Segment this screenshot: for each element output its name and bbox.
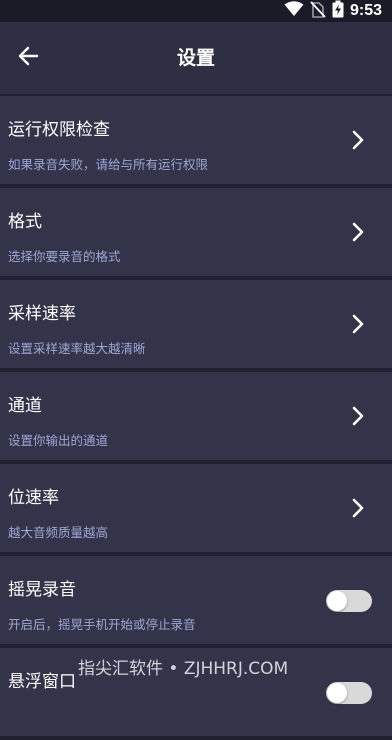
wifi-icon [284, 1, 304, 21]
floating-window-toggle[interactable] [326, 682, 372, 704]
setting-title: 悬浮窗口 [8, 672, 76, 692]
chevron-right-icon [346, 128, 370, 152]
setting-subtitle: 越大音频质量越高 [8, 525, 109, 540]
chevron-right-icon [346, 404, 370, 428]
setting-format[interactable]: 格式 选择你要录音的格式 [0, 188, 392, 276]
shake-record-toggle[interactable] [326, 590, 372, 612]
app-bar: 设置 [0, 22, 392, 94]
setting-title: 摇晃录音 [8, 580, 76, 600]
no-sim-icon [310, 0, 326, 22]
settings-list: 运行权限检查 如果录音失败，请给与所有运行权限 格式 选择你要录音的格式 采样速… [0, 96, 392, 740]
setting-bit-rate[interactable]: 位速率 越大音频质量越高 [0, 464, 392, 552]
setting-title: 位速率 [8, 488, 59, 508]
toggle-knob [327, 683, 347, 703]
setting-subtitle: 开启后，摇晃手机开始或停止录音 [8, 617, 196, 632]
chevron-right-icon [346, 496, 370, 520]
setting-channel[interactable]: 通道 设置你输出的通道 [0, 372, 392, 460]
setting-title: 运行权限检查 [8, 120, 110, 140]
status-icons: 9:53 [284, 0, 382, 22]
setting-subtitle: 选择你要录音的格式 [8, 249, 121, 264]
status-bar: 9:53 [0, 0, 392, 22]
setting-sample-rate[interactable]: 采样速率 设置采样速率越大越清晰 [0, 280, 392, 368]
chevron-right-icon [346, 220, 370, 244]
battery-charging-icon [332, 0, 344, 22]
setting-subtitle: 如果录音失败，请给与所有运行权限 [8, 157, 209, 172]
setting-floating-window: 悬浮窗口 [0, 648, 392, 736]
setting-permission-check[interactable]: 运行权限检查 如果录音失败，请给与所有运行权限 [0, 96, 392, 184]
setting-subtitle: 设置采样速率越大越清晰 [8, 341, 146, 356]
setting-title: 格式 [8, 212, 42, 232]
setting-shake-record: 摇晃录音 开启后，摇晃手机开始或停止录音 [0, 556, 392, 644]
setting-title: 通道 [8, 396, 42, 416]
setting-subtitle: 设置你输出的通道 [8, 433, 109, 448]
setting-title: 采样速率 [8, 304, 76, 324]
chevron-right-icon [346, 312, 370, 336]
toggle-knob [327, 591, 347, 611]
status-time: 9:53 [349, 2, 382, 19]
page-title: 设置 [176, 47, 215, 69]
